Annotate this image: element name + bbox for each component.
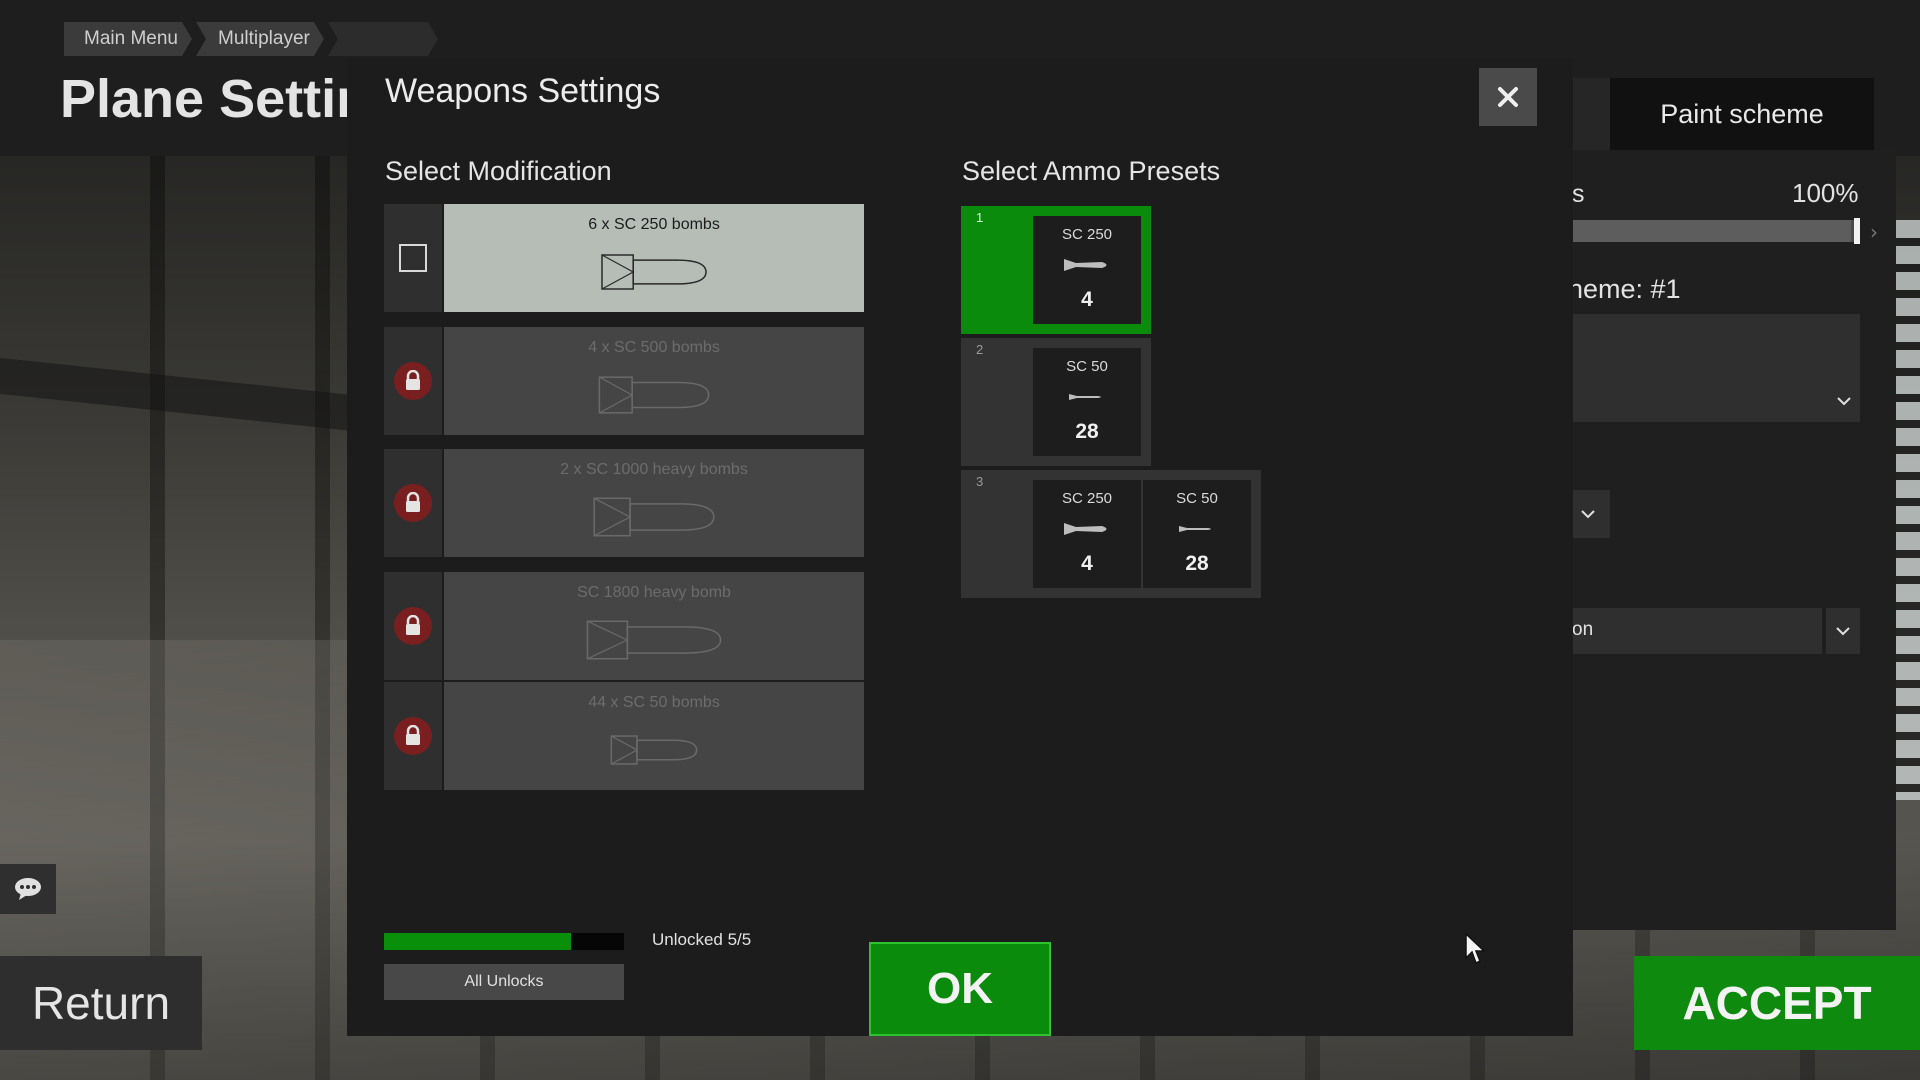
bomb-icon	[593, 497, 715, 537]
ammo-count: 4	[1081, 552, 1093, 575]
modification-lock-slot	[384, 449, 442, 557]
modification-row[interactable]: 4 x SC 500 bombs	[384, 327, 864, 435]
breadcrumb: Main Menu Multiplayer	[64, 22, 442, 56]
bomb-icon	[586, 620, 722, 660]
return-button[interactable]: Return	[0, 956, 202, 1050]
ammo-preset[interactable]: 2 SC 50 28	[961, 338, 1151, 466]
ammo-name: SC 250	[1061, 226, 1113, 243]
modification-lock-slot	[384, 572, 442, 680]
ammo-count: 4	[1081, 288, 1093, 311]
lock-icon	[394, 484, 432, 522]
chevron-down-icon	[1837, 397, 1851, 406]
ammo-name: SC 250	[1061, 490, 1113, 507]
ammo-card: SC 250 4	[1033, 216, 1141, 324]
chat-icon	[15, 878, 41, 900]
hangar-window	[1896, 220, 1920, 800]
breadcrumb-multiplayer[interactable]: Multiplayer	[196, 22, 324, 56]
ammo-name: SC 50	[1066, 358, 1108, 375]
bomb-icon	[601, 254, 707, 290]
chevron-right-icon[interactable]: ›	[1870, 220, 1878, 244]
modification-checkbox[interactable]	[399, 244, 427, 272]
bomb-icon	[1064, 523, 1107, 535]
bomb-icon	[1069, 394, 1101, 400]
modification-card[interactable]: 4 x SC 500 bombs	[444, 327, 864, 435]
ammo-preset[interactable]: 1 SC 250 4	[961, 206, 1151, 334]
modification-row[interactable]: 44 x SC 50 bombs	[384, 682, 864, 790]
lock-icon	[394, 607, 432, 645]
modification-label: SC 1800 heavy bomb	[577, 584, 731, 601]
close-icon	[1498, 87, 1518, 107]
ok-button[interactable]: OK	[869, 942, 1051, 1036]
modal-title: Weapons Settings	[385, 72, 661, 110]
scheme-label: heme: #1	[1568, 274, 1681, 304]
modification-lock-slot	[384, 682, 442, 790]
modification-card[interactable]: SC 1800 heavy bomb	[444, 572, 864, 680]
modification-card[interactable]: 6 x SC 250 bombs	[444, 204, 864, 312]
slider-handle[interactable]	[1854, 218, 1860, 244]
chevron-down-icon	[1581, 510, 1595, 519]
bomb-icon	[610, 735, 698, 765]
modification-row[interactable]: SC 1800 heavy bomb	[384, 572, 864, 680]
modification-label: 2 x SC 1000 heavy bombs	[560, 461, 748, 478]
preset-number: 1	[976, 210, 984, 225]
close-button[interactable]	[1479, 68, 1537, 126]
ammo-count: 28	[1185, 552, 1209, 575]
slider-fill	[1570, 220, 1852, 242]
preset-number: 2	[976, 342, 984, 357]
select-ammo-presets-title: Select Ammo Presets	[962, 156, 1221, 186]
chat-button[interactable]	[0, 864, 56, 914]
modification-card[interactable]: 44 x SC 50 bombs	[444, 682, 864, 790]
modification-row[interactable]: 6 x SC 250 bombs	[384, 204, 864, 312]
ammo-card: SC 250 4	[1033, 480, 1141, 588]
lock-icon	[394, 362, 432, 400]
unlocked-count: Unlocked 5/5	[652, 930, 752, 949]
unlock-progress-bar	[384, 933, 624, 950]
accept-button[interactable]: ACCEPT	[1634, 956, 1920, 1050]
ammo-card: SC 50 28	[1143, 480, 1251, 588]
bomb-icon	[598, 376, 710, 414]
side-panel	[1560, 150, 1896, 930]
ammo-preset[interactable]: 3 SC 250 4 SC 50 28	[961, 470, 1261, 598]
select-modification-title: Select Modification	[385, 156, 612, 186]
modification-label: 44 x SC 50 bombs	[588, 694, 720, 711]
ammo-name: SC 50	[1176, 490, 1218, 507]
modification-label: 4 x SC 500 bombs	[588, 339, 720, 356]
modification-label: 6 x SC 250 bombs	[588, 216, 720, 233]
modification-row[interactable]: 2 x SC 1000 heavy bombs	[384, 449, 864, 557]
modification-lock-slot	[384, 327, 442, 435]
cursor-icon	[1465, 932, 1486, 965]
breadcrumb-current	[328, 22, 438, 56]
page-title: Plane Settir	[60, 69, 358, 129]
slider-value: 100%	[1792, 178, 1859, 208]
ammo-count: 28	[1075, 420, 1099, 443]
tab-paint-scheme[interactable]: Paint scheme	[1610, 78, 1874, 150]
weapons-settings-modal: Weapons Settings Select Modification Sel…	[347, 58, 1573, 1036]
bomb-icon	[1064, 259, 1107, 271]
unlock-progress-fill	[384, 933, 572, 950]
scheme-dropdown[interactable]	[1566, 314, 1860, 422]
chevron-down-icon	[1836, 627, 1850, 636]
all-unlocks-button[interactable]: All Unlocks	[384, 964, 624, 1000]
modification-card[interactable]: 2 x SC 1000 heavy bombs	[444, 449, 864, 557]
modification-checkbox-slot[interactable]	[384, 204, 442, 312]
setting-dropdown-toggle[interactable]	[1826, 608, 1860, 654]
lock-icon	[394, 717, 432, 755]
setting-dropdown[interactable]: on	[1566, 608, 1822, 654]
slider-track[interactable]	[1570, 220, 1860, 242]
ammo-card: SC 50 28	[1033, 348, 1141, 456]
preset-number: 3	[976, 474, 984, 489]
breadcrumb-main-menu[interactable]: Main Menu	[64, 22, 192, 56]
bomb-icon	[1179, 526, 1211, 532]
side-row-label: s	[1572, 180, 1585, 208]
dropdown-value: on	[1572, 619, 1594, 640]
